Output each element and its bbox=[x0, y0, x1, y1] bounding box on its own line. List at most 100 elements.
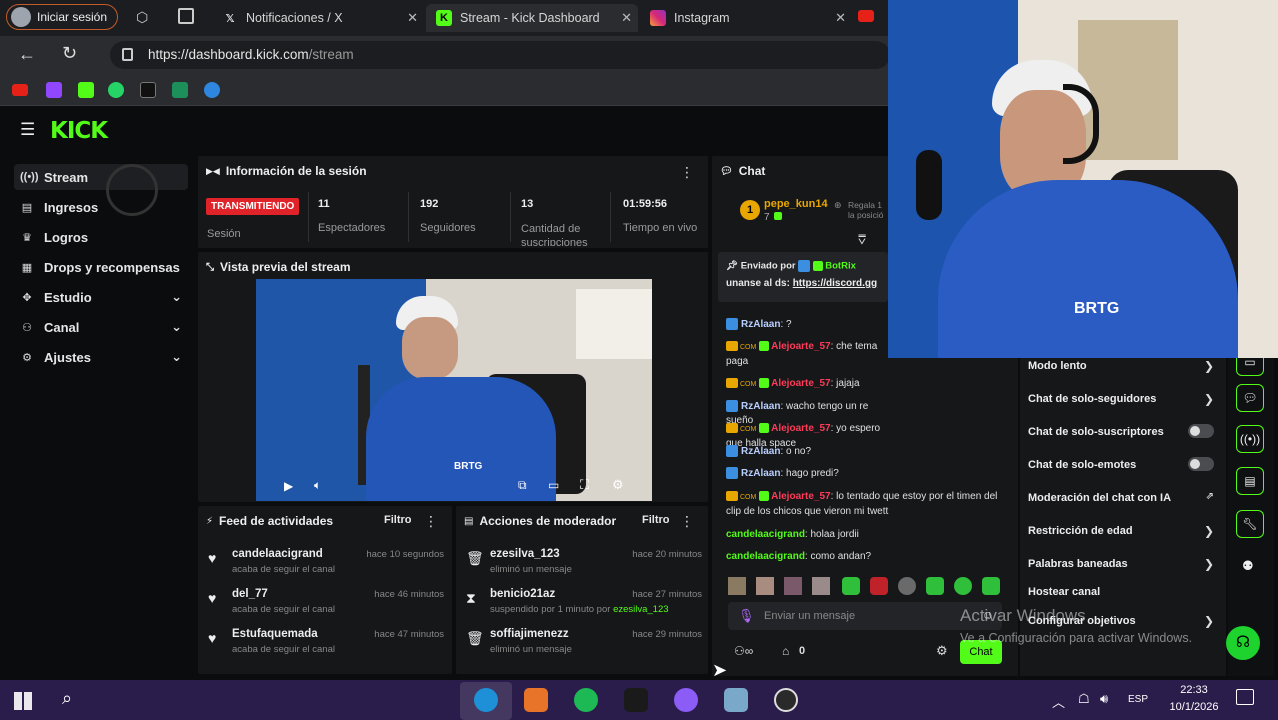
setting-host-channel[interactable]: Hostear canal bbox=[1028, 586, 1218, 598]
sidebar-item-stream[interactable]: ((•)) Stream bbox=[14, 164, 188, 216]
emote-icon[interactable] bbox=[812, 577, 830, 595]
stream-video[interactable]: BRTG ▶ 🔈︎ ⧉ ▭ ⛶ ⚙ bbox=[256, 279, 652, 501]
help-button[interactable]: ☊ bbox=[1226, 626, 1260, 660]
more-options-icon[interactable]: ⋮ bbox=[680, 513, 694, 530]
close-tab-icon[interactable]: ✕ bbox=[407, 10, 418, 26]
chat-user[interactable]: candelaacigrand bbox=[726, 551, 805, 562]
tool-layout-button[interactable]: ▤ bbox=[1236, 467, 1264, 495]
chat-user[interactable]: Alejoarte_57 bbox=[771, 341, 830, 352]
setting-ai-moderation[interactable]: Moderación del chat con IA ⇗ bbox=[1028, 491, 1218, 504]
windows-start-icon[interactable] bbox=[14, 692, 32, 710]
more-options-icon[interactable]: ⋮ bbox=[680, 164, 694, 181]
chevron-up-icon[interactable]: ︿ bbox=[1052, 692, 1065, 711]
emote-icon[interactable] bbox=[870, 577, 888, 595]
users-icon[interactable]: ⚉ bbox=[1242, 558, 1254, 574]
emote-icon[interactable] bbox=[926, 577, 944, 595]
feed-user[interactable]: del_77 bbox=[232, 588, 268, 600]
emote-icon[interactable] bbox=[898, 577, 916, 595]
setting-followers-only[interactable]: Chat de solo-seguidores ❯ bbox=[1028, 392, 1218, 406]
tab-actions-icon[interactable] bbox=[178, 8, 194, 24]
tab-instagram[interactable]: Instagram ✕ bbox=[640, 4, 852, 32]
reload-icon[interactable]: ↻ bbox=[62, 43, 77, 64]
x-bookmark-icon[interactable] bbox=[140, 82, 156, 98]
twitch-bookmark-icon[interactable] bbox=[46, 82, 62, 98]
mod-filter-button[interactable]: Filtro bbox=[642, 514, 670, 526]
play-icon[interactable]: ▶ bbox=[284, 479, 293, 493]
back-icon[interactable]: ← bbox=[18, 44, 36, 65]
language-indicator[interactable]: ESP bbox=[1128, 694, 1148, 705]
setting-age-restriction[interactable]: Restricción de edad ❯ bbox=[1028, 524, 1218, 538]
close-tab-icon[interactable]: ✕ bbox=[835, 10, 846, 26]
sidebar-item-canal[interactable]: ⚇ Canal ⌄ bbox=[14, 314, 188, 340]
emote-icon[interactable] bbox=[728, 577, 746, 595]
tab-kick-dashboard[interactable]: K Stream - Kick Dashboard ✕ bbox=[426, 4, 638, 32]
chat-user[interactable]: Alejoarte_57 bbox=[771, 491, 830, 502]
emotes-only-toggle[interactable] bbox=[1188, 457, 1214, 471]
feed-user[interactable]: candelaacigrand bbox=[232, 548, 323, 560]
sidebar-item-ingresos[interactable]: ▤ Ingresos bbox=[14, 194, 188, 220]
emote-icon[interactable] bbox=[954, 577, 972, 595]
discord-taskbar-icon[interactable] bbox=[674, 688, 698, 712]
chat-user[interactable]: candelaacigrand bbox=[726, 529, 805, 540]
pinned-link[interactable]: https://discord.gg bbox=[793, 278, 877, 289]
notifications-icon[interactable] bbox=[1236, 689, 1254, 705]
users-icon[interactable]: ⚇∞ bbox=[734, 644, 753, 658]
whatsapp-bookmark-icon[interactable] bbox=[108, 82, 124, 98]
volume-icon[interactable]: 🔊︎ bbox=[1100, 691, 1108, 707]
chat-user[interactable]: RzAlaan bbox=[741, 446, 780, 457]
tab-x-notifications[interactable]: 𝕏 Notificaciones / X ✕ bbox=[212, 4, 424, 32]
spotify-taskbar-icon[interactable] bbox=[574, 688, 598, 712]
chat-user[interactable]: Alejoarte_57 bbox=[771, 423, 830, 434]
emote-icon[interactable] bbox=[784, 577, 802, 595]
feed-filter-button[interactable]: Filtro bbox=[384, 514, 412, 526]
sidebar-item-estudio[interactable]: ✥ Estudio ⌄ bbox=[14, 284, 188, 310]
network-icon[interactable]: ☖ bbox=[1078, 691, 1090, 707]
setting-subs-only[interactable]: Chat de solo-suscriptores bbox=[1028, 424, 1218, 438]
fl-studio-taskbar-icon[interactable] bbox=[524, 688, 548, 712]
cloud-bookmark-icon[interactable] bbox=[204, 82, 220, 98]
workspaces-icon[interactable]: ⬡ bbox=[136, 9, 148, 26]
feed-user[interactable]: Estufaquemada bbox=[232, 628, 318, 640]
emote-icon[interactable] bbox=[842, 577, 860, 595]
top-gifter-name[interactable]: pepe_kun14 bbox=[764, 198, 828, 210]
close-tab-icon[interactable]: ✕ bbox=[621, 10, 632, 26]
sidebar-item-ajustes[interactable]: ⚙ Ajustes ⌄ bbox=[14, 344, 188, 370]
youtube-tab-icon[interactable] bbox=[858, 10, 874, 22]
chat-settings-icon[interactable]: ⚙ bbox=[936, 643, 948, 659]
kick-bookmark-icon[interactable] bbox=[78, 82, 94, 98]
youtube-bookmark-icon[interactable] bbox=[12, 84, 28, 96]
mod-user[interactable]: benicio21az bbox=[490, 588, 555, 600]
mod-user[interactable]: ezesilva_123 bbox=[490, 548, 560, 560]
setting-slow-mode[interactable]: Modo lento ❯ bbox=[1028, 359, 1218, 373]
chat-user[interactable]: RzAlaan bbox=[741, 401, 780, 412]
clock-date[interactable]: 10/1/2026 bbox=[1162, 701, 1226, 713]
sidebar-item-logros[interactable]: ♛ Logros bbox=[14, 224, 188, 250]
chat-user[interactable]: RzAlaan bbox=[741, 319, 780, 330]
xbox-taskbar-icon[interactable] bbox=[624, 688, 648, 712]
fullscreen-icon[interactable]: ⛶ bbox=[580, 477, 589, 493]
emote-icon[interactable] bbox=[756, 577, 774, 595]
theater-icon[interactable]: ▭ bbox=[548, 478, 559, 492]
tool-broadcast-button[interactable]: ((•)) bbox=[1236, 425, 1264, 453]
chat-user[interactable]: RzAlaan bbox=[741, 468, 780, 479]
subs-only-toggle[interactable] bbox=[1188, 424, 1214, 438]
clock-time[interactable]: 22:33 bbox=[1174, 684, 1214, 696]
notepad-taskbar-icon[interactable] bbox=[724, 688, 748, 712]
signin-button[interactable]: Iniciar sesión bbox=[6, 4, 118, 30]
sidebar-item-drops[interactable]: ▦ Drops y recompensas bbox=[14, 254, 188, 280]
emote-icon[interactable] bbox=[982, 577, 1000, 595]
tool-wrench-button[interactable]: 🔧︎ bbox=[1236, 510, 1264, 538]
search-icon[interactable]: ⌕ bbox=[62, 688, 72, 709]
volume-icon[interactable]: 🔈︎ bbox=[314, 478, 321, 493]
edge-taskbar-icon[interactable] bbox=[474, 688, 498, 712]
tool-chat-button[interactable]: 💬︎ bbox=[1236, 384, 1264, 412]
mic-icon[interactable]: 🎙︎ bbox=[738, 608, 755, 624]
mod-user[interactable]: soffiajimenezz bbox=[490, 628, 569, 640]
mod-by-user[interactable]: ezesilva_123 bbox=[613, 604, 668, 615]
pip-icon[interactable]: ⧉ bbox=[518, 478, 527, 493]
kick-logo[interactable]: KICK bbox=[50, 118, 108, 144]
setting-emotes-only[interactable]: Chat de solo-emotes bbox=[1028, 457, 1218, 471]
chat-user[interactable]: Alejoarte_57 bbox=[771, 378, 830, 389]
setting-banned-words[interactable]: Palabras baneadas ❯ bbox=[1028, 557, 1218, 571]
url-field[interactable]: https://dashboard.kick.com/stream bbox=[110, 41, 890, 69]
